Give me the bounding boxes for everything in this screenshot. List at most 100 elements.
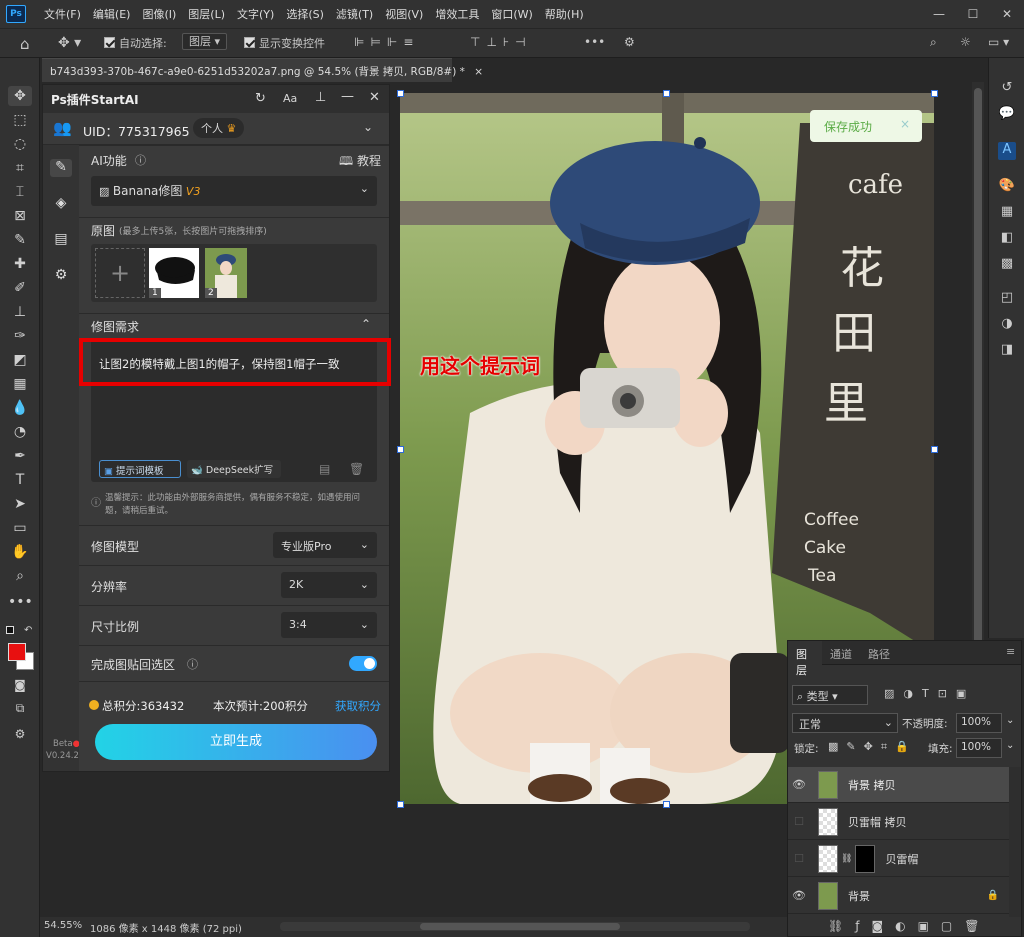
path-select-icon[interactable]: ➤ [8, 494, 32, 514]
eye-icon[interactable]: 👁 [788, 889, 810, 902]
maximize-button[interactable]: ☐ [956, 0, 990, 28]
chevron-down-icon[interactable]: ⌄ [363, 120, 373, 134]
quick-mask-icon[interactable]: ◙ [8, 675, 32, 695]
horizontal-scrollbar[interactable] [280, 922, 750, 931]
shape-tool-icon[interactable]: ▭ [8, 518, 32, 538]
feature-select[interactable]: ▨ Banana修图 V3 ⌄ [91, 176, 377, 206]
distribute-icons[interactable]: ⊤⊥⊦⊣ [470, 35, 532, 49]
menu-item[interactable]: 选择(S) [286, 6, 324, 22]
user-row[interactable]: 👥 UID：775317965 个人 ♛ ⌄ [43, 113, 389, 145]
menu-item[interactable]: 编辑(E) [93, 6, 131, 22]
minimize-panel-icon[interactable]: — [341, 89, 354, 104]
layer-actions[interactable]: ⛓ƒ◙◐▣▢🗑 [828, 919, 991, 933]
startai-dock-icon[interactable]: A [998, 142, 1016, 160]
align-icons[interactable]: ⊫⊨⊩≡ [354, 35, 419, 49]
color-panel-icon[interactable]: 🎨 [998, 178, 1016, 196]
transform-handle[interactable] [931, 90, 938, 97]
info-icon[interactable]: ⓘ [135, 152, 146, 168]
menu-item[interactable]: 视图(V) [385, 6, 423, 22]
swatches-icon[interactable]: ▦ [998, 204, 1016, 222]
type-tool-icon[interactable]: T [8, 470, 32, 490]
thumbnail-1[interactable]: 1 [149, 248, 199, 298]
settings-icon[interactable]: ⚙ [52, 267, 70, 285]
quick-select-tool-icon[interactable]: ⌗ [8, 158, 32, 178]
panel-menu-icon[interactable]: ≡ [1006, 645, 1015, 658]
minimize-button[interactable]: — [922, 0, 956, 28]
workspace-icon[interactable]: ▭ ▾ [988, 35, 1009, 49]
stamp-tool-icon[interactable]: ⊥ [8, 302, 32, 322]
tab-paths[interactable]: 路径 [868, 646, 890, 662]
transform-handle[interactable] [663, 90, 670, 97]
lock-icons[interactable]: ▩✎✥⌗🔒 [828, 740, 917, 754]
dodge-tool-icon[interactable]: ◔ [8, 422, 32, 442]
filter-icons[interactable]: ▨◑T⊡▣ [884, 687, 975, 700]
layer-row[interactable]: 👁 背景 🔒 [788, 878, 1009, 914]
gradient-tool-icon[interactable]: ▦ [8, 374, 32, 394]
history-panel-icon[interactable]: ↺ [998, 80, 1016, 98]
pen-tool-icon[interactable]: ✒ [8, 446, 32, 466]
chevron-down-icon[interactable]: ⌄ [1006, 740, 1014, 751]
transform-handle[interactable] [663, 801, 670, 808]
close-window-button[interactable]: ✕ [990, 0, 1024, 28]
blend-mode-select[interactable]: 正常 ⌄ [792, 713, 898, 733]
comments-icon[interactable]: 💬 [998, 106, 1016, 124]
trash-icon[interactable]: 🗑 [349, 462, 364, 476]
edit-toolbar-icon[interactable]: ⚙ [8, 724, 32, 744]
patterns-icon[interactable]: ▩ [998, 256, 1016, 274]
close-panel-icon[interactable]: ✕ [369, 90, 380, 105]
fill-input[interactable]: 100% [956, 738, 1002, 758]
pin-icon[interactable]: ⊥ [315, 90, 326, 105]
foreground-color-swatch[interactable] [8, 643, 26, 661]
paste-back-toggle[interactable] [349, 656, 377, 671]
menu-item[interactable]: 窗口(W) [491, 6, 532, 22]
show-transform-checkbox[interactable] [244, 35, 255, 49]
eyedropper-tool-icon[interactable]: ✎ [8, 230, 32, 250]
transform-handle[interactable] [397, 801, 404, 808]
thumbnail-2[interactable]: 2 [205, 248, 247, 298]
history-brush-icon[interactable]: ✑ [8, 326, 32, 346]
lasso-tool-icon[interactable]: ◌ [8, 134, 32, 154]
layer-row[interactable]: ☐ 贝雷帽 拷贝 [788, 804, 1009, 840]
gradients-icon[interactable]: ◧ [998, 230, 1016, 248]
tutorial-link[interactable]: 🕮 教程 [339, 152, 381, 173]
libraries-icon[interactable]: ◰ [998, 290, 1016, 308]
default-colors-icon[interactable] [6, 626, 14, 634]
document-tab[interactable]: b743d393-370b-467c-a9e0-6251d53202a7.png… [42, 58, 483, 82]
history-icon[interactable]: ▤ [319, 462, 330, 476]
home-icon[interactable]: ⌂ [20, 35, 30, 53]
move-tool-icon[interactable]: ✥ [8, 86, 32, 106]
healing-tool-icon[interactable]: ✚ [8, 254, 32, 274]
adjustments-icon[interactable]: ◑ [998, 316, 1016, 334]
hidden-eye-icon[interactable]: ☐ [788, 815, 810, 828]
info-icon[interactable]: ⓘ [187, 656, 198, 672]
layer-row[interactable]: 👁 背景 拷贝 [788, 767, 1009, 803]
get-points-link[interactable]: 获取积分 [335, 698, 381, 714]
chevron-up-icon[interactable]: ⌃ [361, 317, 371, 331]
opacity-input[interactable]: 100% [956, 713, 1002, 733]
layers-scrollbar[interactable] [1009, 767, 1021, 917]
move-tool-icon[interactable]: ✥ ▾ [58, 35, 81, 51]
layers-icon[interactable]: ◈ [52, 195, 70, 213]
light-icon[interactable]: ☼ [960, 35, 971, 49]
ratio-select[interactable]: 3:4 ⌄ [281, 612, 377, 638]
search-icon[interactable]: ⌕ [930, 35, 937, 50]
clipboard-icon[interactable]: ▤ [52, 231, 70, 249]
close-tab-icon[interactable]: × [474, 66, 483, 78]
auto-select-checkbox[interactable] [104, 35, 115, 49]
crop-tool-icon[interactable]: ⌶ [8, 182, 32, 202]
swap-colors-icon[interactable]: ↶ [24, 625, 32, 636]
transform-handle[interactable] [397, 90, 404, 97]
zoom-level[interactable]: 54.55% [44, 920, 82, 931]
hidden-eye-icon[interactable]: ☐ [788, 852, 810, 865]
screen-mode-icon[interactable]: ⧉ [8, 698, 32, 718]
menu-item[interactable]: 滤镜(T) [336, 6, 373, 22]
more-tools-icon[interactable]: ••• [8, 592, 33, 612]
menu-item[interactable]: 文字(Y) [237, 6, 274, 22]
more-options[interactable]: ••• [584, 35, 605, 49]
blur-tool-icon[interactable]: 💧 [8, 398, 32, 418]
add-image-button[interactable]: + [95, 248, 145, 298]
transform-handle[interactable] [931, 446, 938, 453]
tab-layers[interactable]: 图层 [788, 641, 822, 677]
zoom-tool-icon[interactable]: ⌕ [8, 566, 32, 586]
resolution-select[interactable]: 2K ⌄ [281, 572, 377, 598]
